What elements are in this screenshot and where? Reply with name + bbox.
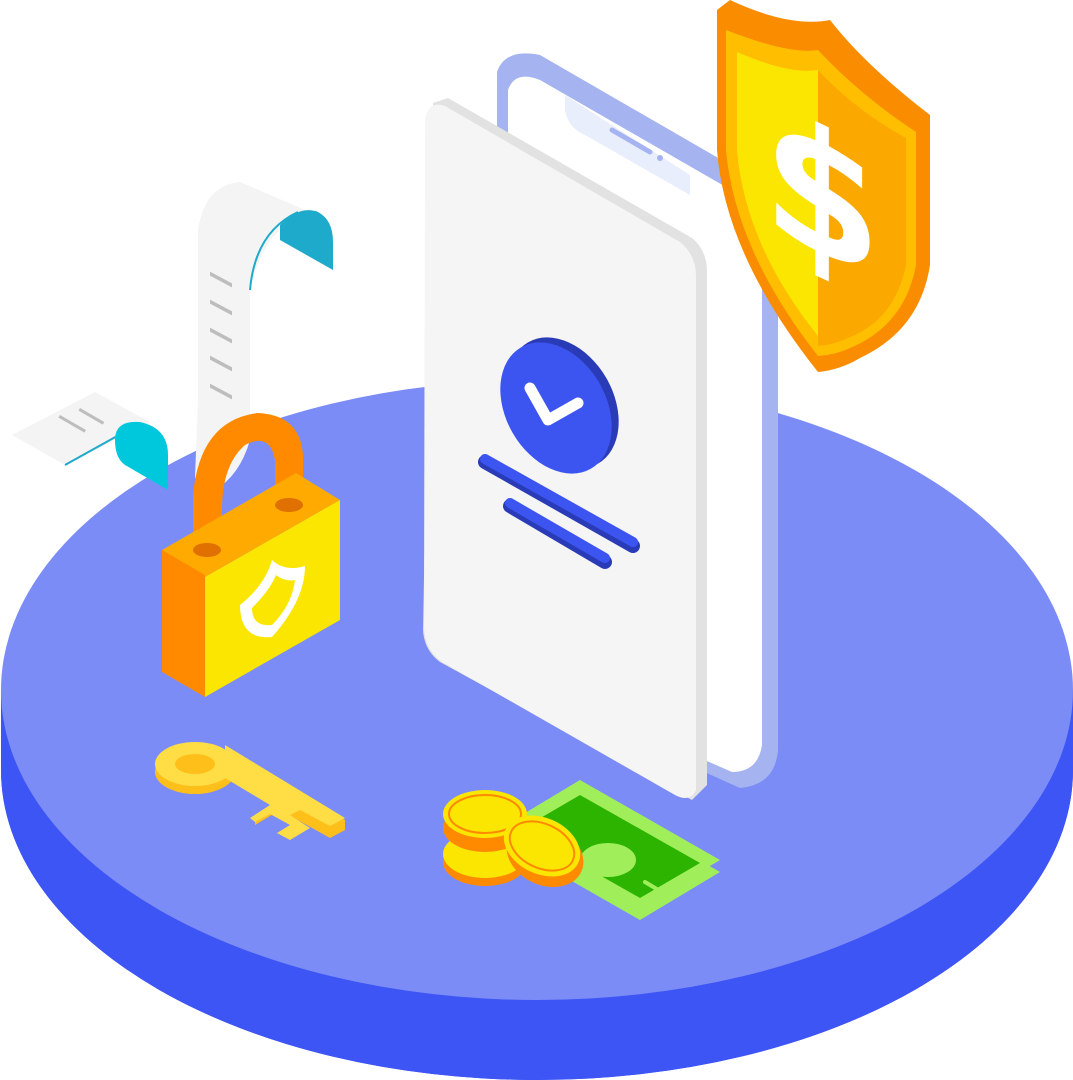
security-payment-illustration: $ xyxy=(1,0,1073,1080)
